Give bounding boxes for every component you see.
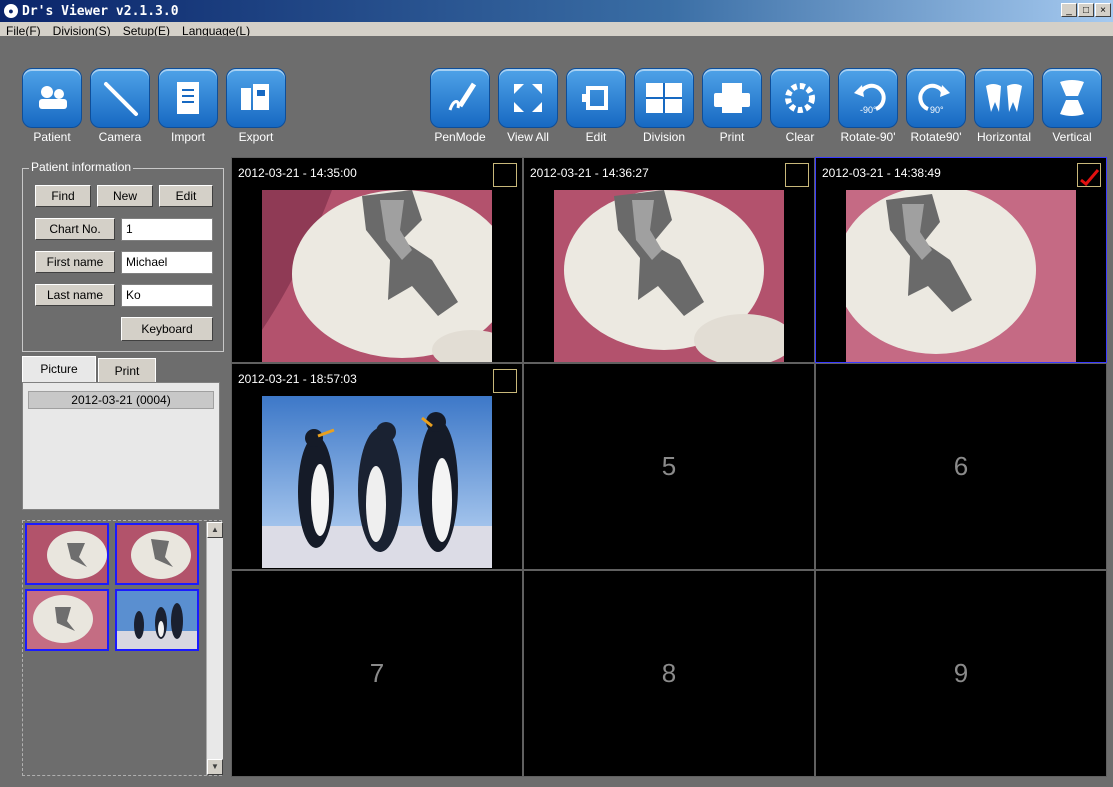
cell-select-checkbox[interactable] — [785, 163, 809, 187]
empty-cell-number: 8 — [661, 658, 677, 688]
division-button[interactable]: Division — [632, 68, 696, 144]
dental-photo — [554, 190, 784, 362]
picture-panel: 2012-03-21 (0004) — [22, 382, 220, 510]
find-button[interactable]: Find — [35, 185, 91, 207]
empty-cell-number: 7 — [369, 658, 385, 688]
svg-text:-90°: -90° — [860, 105, 877, 115]
window-title: Dr's Viewer v2.1.3.0 — [22, 3, 179, 19]
view-all-button[interactable]: View All — [496, 68, 560, 144]
cell-timestamp: 2012-03-21 - 14:38:49 — [822, 166, 941, 180]
image-grid: 2012-03-21 - 14:35:00 2012-03-21 - 14:36… — [231, 157, 1107, 777]
export-button[interactable]: Export — [224, 68, 288, 144]
edit-patient-button[interactable]: Edit — [159, 185, 213, 207]
vertical-button[interactable]: Vertical — [1040, 68, 1104, 144]
keyboard-button[interactable]: Keyboard — [121, 317, 213, 341]
thumbnail-4[interactable] — [115, 589, 199, 651]
clear-icon — [770, 68, 830, 128]
rotate-left-button[interactable]: -90° Rotate-90' — [836, 68, 900, 144]
tab-picture[interactable]: Picture — [22, 356, 96, 382]
cell-timestamp: 2012-03-21 - 18:57:03 — [238, 372, 357, 386]
grid-cell-9[interactable]: 9 — [815, 570, 1107, 777]
empty-cell-number: 5 — [661, 451, 677, 481]
patient-info-legend: Patient information — [29, 160, 134, 174]
app-icon: ● — [4, 4, 18, 18]
pen-icon — [430, 68, 490, 128]
patient-info-group: Patient information Find New Edit Chart … — [22, 160, 224, 352]
import-icon — [158, 68, 218, 128]
patient-icon — [22, 68, 82, 128]
title-bar: ● Dr's Viewer v2.1.3.0 _ □ × — [0, 0, 1113, 22]
cell-timestamp: 2012-03-21 - 14:36:27 — [530, 166, 649, 180]
print-button[interactable]: Print — [700, 68, 764, 144]
empty-cell-number: 9 — [953, 658, 969, 688]
import-button[interactable]: Import — [156, 68, 220, 144]
cell-select-checkbox[interactable] — [493, 369, 517, 393]
last-name-label: Last name — [35, 284, 115, 306]
tab-print[interactable]: Print — [98, 358, 156, 382]
dental-photo — [262, 190, 492, 362]
empty-cell-number: 6 — [953, 451, 969, 481]
patient-button[interactable]: Patient — [20, 68, 84, 144]
first-name-field[interactable]: Michael — [121, 251, 213, 274]
first-name-label: First name — [35, 251, 115, 273]
minimize-button[interactable]: _ — [1061, 3, 1077, 17]
thumbnail-3[interactable] — [25, 589, 109, 651]
thumbnail-2[interactable] — [115, 523, 199, 585]
export-icon — [226, 68, 286, 128]
svg-text:90°: 90° — [930, 105, 944, 115]
close-button[interactable]: × — [1095, 3, 1111, 17]
thumbnail-1[interactable] — [25, 523, 109, 585]
camera-icon — [90, 68, 150, 128]
date-list-item[interactable]: 2012-03-21 (0004) — [28, 391, 214, 409]
edit-icon — [566, 68, 626, 128]
penguins-photo — [262, 396, 492, 568]
rotate-right-icon: 90° — [906, 68, 966, 128]
grid-cell-2[interactable]: 2012-03-21 - 14:36:27 — [523, 157, 815, 363]
scroll-up-icon[interactable]: ▲ — [207, 522, 223, 538]
chart-no-label: Chart No. — [35, 218, 115, 240]
checkmark-icon — [1080, 169, 1100, 187]
division-icon — [634, 68, 694, 128]
print-icon — [702, 68, 762, 128]
cell-timestamp: 2012-03-21 - 14:35:00 — [238, 166, 357, 180]
dental-photo — [846, 190, 1076, 362]
grid-cell-4[interactable]: 2012-03-21 - 18:57:03 — [231, 363, 523, 570]
edit-button[interactable]: Edit — [564, 68, 628, 144]
grid-cell-7[interactable]: 7 — [231, 570, 523, 777]
camera-button[interactable]: Camera — [88, 68, 152, 144]
thumbnail-scrollbar[interactable]: ▲ ▼ — [206, 522, 223, 775]
grid-cell-3[interactable]: 2012-03-21 - 14:38:49 — [815, 157, 1107, 363]
cell-select-checkbox[interactable] — [493, 163, 517, 187]
toolbar: Patient Camera Import Export PenMode Vie… — [0, 36, 1113, 154]
sidebar: Patient information Find New Edit Chart … — [0, 154, 228, 787]
last-name-field[interactable]: Ko — [121, 284, 213, 307]
thumbnail-list — [22, 520, 222, 776]
chart-no-field[interactable]: 1 — [121, 218, 213, 241]
scroll-down-icon[interactable]: ▼ — [207, 759, 223, 775]
penmode-button[interactable]: PenMode — [428, 68, 492, 144]
grid-cell-5[interactable]: 5 — [523, 363, 815, 570]
cell-select-checkbox[interactable] — [1077, 163, 1101, 187]
new-button[interactable]: New — [97, 185, 153, 207]
clear-button[interactable]: Clear — [768, 68, 832, 144]
maximize-button[interactable]: □ — [1078, 3, 1094, 17]
rotate-left-icon: -90° — [838, 68, 898, 128]
horizontal-button[interactable]: Horizontal — [972, 68, 1036, 144]
grid-cell-8[interactable]: 8 — [523, 570, 815, 777]
grid-cell-1[interactable]: 2012-03-21 - 14:35:00 — [231, 157, 523, 363]
grid-cell-6[interactable]: 6 — [815, 363, 1107, 570]
flip-horizontal-icon — [974, 68, 1034, 128]
rotate-right-button[interactable]: 90° Rotate90' — [904, 68, 968, 144]
flip-vertical-icon — [1042, 68, 1102, 128]
view-all-icon — [498, 68, 558, 128]
